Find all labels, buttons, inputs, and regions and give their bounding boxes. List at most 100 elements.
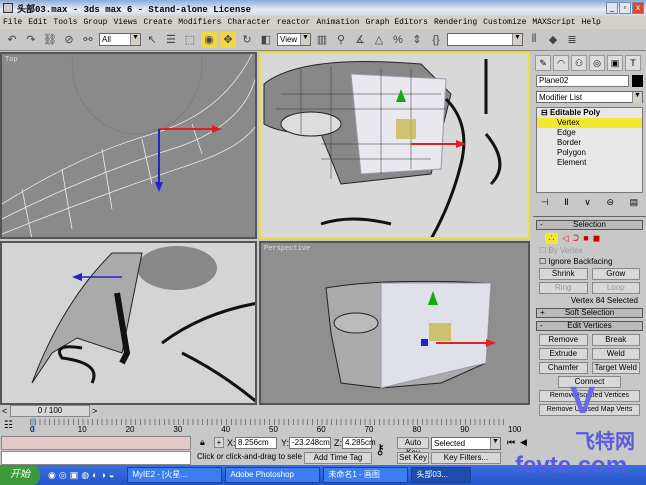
- manipulate-icon[interactable]: ⚲: [333, 32, 349, 48]
- make-unique-icon[interactable]: ∨: [584, 197, 591, 208]
- soft-selection-rollout-header[interactable]: +Soft Selection: [536, 308, 643, 318]
- viewport-front[interactable]: [259, 52, 530, 239]
- stack-item-border[interactable]: Border: [537, 138, 642, 148]
- task-myie2[interactable]: MyIE2 - [火星...: [127, 467, 222, 483]
- menu-group[interactable]: Group: [83, 18, 107, 27]
- chamfer-button[interactable]: Chamfer: [539, 362, 588, 374]
- auto-key-button[interactable]: Auto Key: [397, 437, 429, 449]
- viewport-label[interactable]: Perspective: [264, 245, 310, 253]
- configure-sets-icon[interactable]: ▤: [630, 197, 639, 208]
- viewport-perspective[interactable]: Perspective: [259, 241, 530, 405]
- remove-modifier-icon[interactable]: ⊖: [607, 197, 615, 208]
- y-coord-input[interactable]: -23.248cm: [289, 437, 331, 449]
- set-key-icon[interactable]: ⚷: [375, 441, 385, 458]
- shrink-button[interactable]: Shrink: [539, 268, 588, 280]
- stack-item-edge[interactable]: Edge: [537, 128, 642, 138]
- start-button[interactable]: 开始: [0, 465, 40, 485]
- key-filters-button[interactable]: Key Filters...: [431, 452, 501, 464]
- motion-tab-icon[interactable]: ◎: [589, 55, 605, 71]
- angle-snap-icon[interactable]: △: [371, 32, 387, 48]
- object-color-swatch[interactable]: [632, 75, 643, 87]
- track-view-icon[interactable]: ☷: [4, 420, 13, 431]
- pivot-icon[interactable]: ▥: [314, 32, 330, 48]
- stack-item-vertex[interactable]: Vertex: [537, 118, 642, 128]
- stack-item-polygon[interactable]: Polygon: [537, 148, 642, 158]
- menu-animation[interactable]: Animation: [316, 18, 359, 27]
- menu-rendering[interactable]: Rendering: [434, 18, 477, 27]
- time-next-button[interactable]: >: [92, 406, 97, 416]
- layers-icon[interactable]: ≣: [564, 32, 580, 48]
- named-selection-dropdown[interactable]: ▼: [447, 33, 523, 46]
- menu-maxscript[interactable]: MAXScript: [532, 18, 575, 27]
- menu-reactor[interactable]: reactor: [277, 18, 311, 27]
- target-weld-button[interactable]: Target Weld: [592, 362, 641, 374]
- menu-character[interactable]: Character: [227, 18, 270, 27]
- rect-selection-icon[interactable]: ⬚: [182, 32, 198, 48]
- viewport-top[interactable]: Top: [0, 52, 257, 239]
- scale-icon[interactable]: ◧: [258, 32, 274, 48]
- polygon-mode-icon[interactable]: ■: [583, 233, 588, 244]
- selection-filter-dropdown[interactable]: All▼: [99, 33, 141, 46]
- edge-mode-icon[interactable]: ◁: [562, 233, 569, 244]
- hierarchy-tab-icon[interactable]: ⚇: [571, 55, 587, 71]
- set-key-button[interactable]: Set Key: [397, 452, 429, 464]
- by-vertex-checkbox[interactable]: ☐ By Vertex: [539, 246, 640, 255]
- ref-coord-dropdown[interactable]: View▼: [277, 33, 311, 46]
- task-photoshop[interactable]: Adobe Photoshop: [225, 467, 320, 483]
- vertex-mode-icon[interactable]: ∴: [545, 233, 558, 244]
- time-prev-button[interactable]: <: [2, 406, 7, 416]
- close-button[interactable]: x: [632, 2, 644, 14]
- percent-snap-icon[interactable]: %: [390, 32, 406, 48]
- align-icon[interactable]: ◆: [545, 32, 561, 48]
- stack-root[interactable]: ⊟ Editable Poly: [537, 108, 642, 118]
- spinner-snap-icon[interactable]: ⇕: [409, 32, 425, 48]
- remove-button[interactable]: Remove: [539, 334, 588, 346]
- ignore-backfacing-checkbox[interactable]: ☐ Ignore Backfacing: [539, 257, 640, 266]
- element-mode-icon[interactable]: ◼: [593, 233, 600, 244]
- unlink-icon[interactable]: ⊘: [61, 32, 77, 48]
- weld-button[interactable]: Weld: [592, 348, 641, 360]
- prev-frame-icon[interactable]: ◀: [520, 437, 527, 448]
- menu-create[interactable]: Create: [143, 18, 172, 27]
- quick-launch-icons[interactable]: ◉◎▣◍◐◑◒: [48, 470, 117, 481]
- loop-button[interactable]: Loop: [592, 282, 641, 294]
- named-selection-icon[interactable]: {}: [428, 32, 444, 48]
- menu-help[interactable]: Help: [582, 18, 601, 27]
- select-icon[interactable]: ↖: [144, 32, 160, 48]
- remove-unused-map-verts-button[interactable]: Remove Unused Map Verts: [539, 404, 640, 416]
- menu-file[interactable]: File: [3, 18, 22, 27]
- menu-modifiers[interactable]: Modifiers: [178, 18, 221, 27]
- absolute-mode-icon[interactable]: +: [214, 437, 224, 448]
- menu-edit[interactable]: Edit: [28, 18, 47, 27]
- undo-icon[interactable]: ↶: [4, 32, 20, 48]
- add-time-tag-button[interactable]: Add Time Tag: [304, 452, 372, 464]
- utilities-tab-icon[interactable]: T: [625, 55, 641, 71]
- snap-icon[interactable]: ∡: [352, 32, 368, 48]
- mirror-icon[interactable]: ⫴: [526, 32, 542, 48]
- x-coord-input[interactable]: 8.256cm: [235, 437, 277, 449]
- ring-button[interactable]: Ring: [539, 282, 588, 294]
- extrude-button[interactable]: Extrude: [539, 348, 588, 360]
- select-by-name-icon[interactable]: ☰: [163, 32, 179, 48]
- bind-space-warp-icon[interactable]: ⚯: [80, 32, 96, 48]
- window-crossing-icon[interactable]: ◉: [201, 32, 217, 48]
- maxscript-output-mini[interactable]: [1, 451, 191, 465]
- menu-views[interactable]: Views: [113, 18, 137, 27]
- object-name-input[interactable]: Plane02: [536, 75, 629, 87]
- show-end-result-icon[interactable]: Ⅱ: [564, 197, 568, 208]
- stack-item-element[interactable]: Element: [537, 158, 642, 168]
- maximize-button[interactable]: ▫: [619, 2, 631, 14]
- time-slider[interactable]: < 0 / 100 >: [0, 405, 530, 418]
- goto-start-icon[interactable]: ⏮: [507, 437, 515, 448]
- pin-stack-icon[interactable]: ⊣: [541, 197, 549, 208]
- connect-button[interactable]: Connect: [558, 376, 621, 388]
- track-bar[interactable]: ☷ 0102030405060708090100: [0, 418, 530, 435]
- border-mode-icon[interactable]: Ↄ: [573, 233, 579, 244]
- task-paint[interactable]: 未命名1 - 画图: [323, 467, 408, 483]
- menu-graph-editors[interactable]: Graph Editors: [366, 18, 428, 27]
- display-tab-icon[interactable]: ▣: [607, 55, 623, 71]
- time-slider-thumb[interactable]: 0 / 100: [10, 405, 90, 417]
- viewport-left[interactable]: [0, 241, 257, 405]
- minimize-button[interactable]: _: [606, 2, 618, 14]
- key-mode-dropdown[interactable]: Selected▼: [431, 437, 501, 450]
